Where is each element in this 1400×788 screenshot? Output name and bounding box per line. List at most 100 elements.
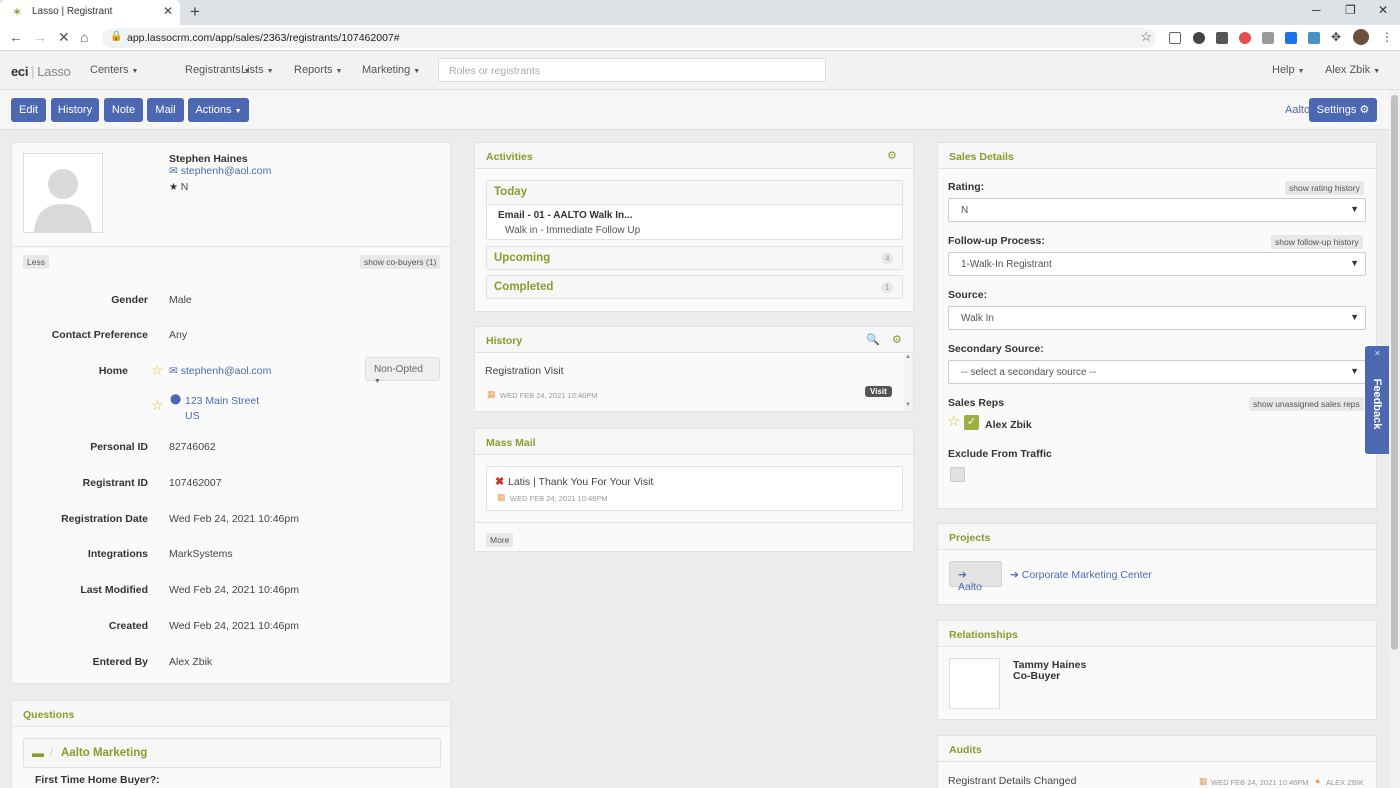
back-icon[interactable]: ← xyxy=(9,29,23,45)
sales-reps-label: Sales Reps xyxy=(948,397,1005,409)
relation-avatar[interactable] xyxy=(949,658,1000,709)
project-aalto-button[interactable]: ➔ Aalto xyxy=(949,561,1002,593)
show-unassigned-reps-button[interactable]: show unassigned sales reps xyxy=(1249,397,1364,411)
chevron-down-icon: ▼ xyxy=(1350,258,1359,268)
chevron-down-icon: ▼ xyxy=(1350,312,1359,322)
field-value: 107462007 xyxy=(169,477,222,489)
questions-title: Questions xyxy=(12,701,450,727)
more-button[interactable]: More xyxy=(486,533,514,547)
star-outline-icon[interactable]: ☆ xyxy=(151,397,164,414)
extension-icon[interactable] xyxy=(1193,32,1205,44)
followup-select[interactable]: 1-Walk-In Registrant ▼ xyxy=(948,252,1366,276)
menu-marketing[interactable]: Marketing ▼ xyxy=(362,64,420,76)
logo-main: eci xyxy=(11,64,29,79)
page-scrollbar[interactable] xyxy=(1389,90,1400,788)
menu-centers[interactable]: Centers ▼ xyxy=(90,64,138,76)
bookmark-star-icon[interactable]: ☆ xyxy=(1140,29,1152,45)
field-label: Personal ID xyxy=(90,441,148,453)
massmail-item[interactable]: ✖ Latis | Thank You For Your Visit ▦ WED… xyxy=(486,466,903,511)
field-value: Wed Feb 24, 2021 10:46pm xyxy=(169,620,299,632)
extension-icon[interactable] xyxy=(1169,32,1181,44)
puzzle-icon[interactable]: ✥ xyxy=(1331,30,1341,44)
gear-icon[interactable]: ⚙ xyxy=(892,333,902,346)
relationships-title: Relationships xyxy=(938,621,1376,647)
address-street[interactable]: 123 Main Street xyxy=(185,395,259,407)
edit-button[interactable]: Edit xyxy=(11,98,46,122)
kebab-menu-icon[interactable]: ⋮ xyxy=(1381,30,1393,44)
minimize-icon[interactable]: ─ xyxy=(1312,3,1321,17)
close-icon[interactable]: ✕ xyxy=(1374,349,1381,358)
menu-lists[interactable]: Lists ▼ xyxy=(241,64,274,76)
stop-loading-icon[interactable]: ✕ xyxy=(58,29,70,46)
rating-select[interactable]: N ▼ xyxy=(948,198,1366,222)
maximize-icon[interactable]: ❐ xyxy=(1345,3,1356,17)
project-corporate-link[interactable]: ➔ Corporate Marketing Center xyxy=(1010,569,1152,581)
today-header[interactable]: Today xyxy=(487,181,902,205)
scrollbar[interactable]: ▲ ▼ xyxy=(904,354,913,411)
show-followup-history-button[interactable]: show follow-up history xyxy=(1271,235,1363,249)
feedback-tab[interactable]: ✕ Feedback xyxy=(1365,346,1389,454)
menu-reports[interactable]: Reports ▼ xyxy=(294,64,342,76)
audit-item[interactable]: Registrant Details Changed xyxy=(948,775,1076,787)
less-button[interactable]: Less xyxy=(23,255,49,269)
exclude-traffic-checkbox[interactable] xyxy=(950,467,965,482)
activities-panel: Activities ⚙ Today Email - 01 - AALTO Wa… xyxy=(474,142,914,312)
new-tab-icon[interactable]: + xyxy=(190,2,200,22)
show-cobuyers-button[interactable]: show co-buyers (1) xyxy=(360,255,441,269)
question-label: First Time Home Buyer?: xyxy=(35,774,160,786)
home-icon[interactable]: ⌂ xyxy=(80,29,88,45)
tab-title: Lasso | Registrant xyxy=(32,6,113,17)
url-text: app.lassocrm.com/app/sales/2363/registra… xyxy=(127,32,400,44)
close-window-icon[interactable]: ✕ xyxy=(1378,3,1388,17)
scrollbar-thumb[interactable] xyxy=(1391,95,1398,650)
address-country[interactable]: US xyxy=(185,410,200,422)
relation-role: Co-Buyer xyxy=(1013,670,1061,682)
actions-button[interactable]: Actions ▼ xyxy=(188,98,249,122)
mail-button[interactable]: Mail xyxy=(147,98,184,122)
star-outline-icon[interactable]: ☆ xyxy=(947,412,960,430)
field-value: Alex Zbik xyxy=(169,656,213,668)
activity-title[interactable]: Email - 01 - AALTO Walk In... xyxy=(498,210,632,221)
field-value: Wed Feb 24, 2021 10:46pm xyxy=(169,584,299,596)
source-label: Source: xyxy=(948,289,988,301)
avatar[interactable] xyxy=(1353,29,1369,45)
logo[interactable]: eci | Lasso xyxy=(11,64,71,79)
history-button[interactable]: History xyxy=(51,98,99,122)
questions-folder[interactable]: ▬ / Aalto Marketing xyxy=(23,738,441,768)
settings-button[interactable]: Settings ⚙ xyxy=(1309,98,1377,122)
profile-email-link[interactable]: stephenh@aol.com xyxy=(181,165,272,177)
upcoming-section[interactable]: Upcoming 4 xyxy=(486,246,903,270)
search-input[interactable]: Roles or registrants xyxy=(438,58,826,82)
search-icon[interactable]: 🔍 xyxy=(866,333,880,346)
show-rating-history-button[interactable]: show rating history xyxy=(1285,181,1364,195)
extension-icon[interactable] xyxy=(1262,32,1274,44)
extension-icon[interactable] xyxy=(1285,32,1297,44)
completed-section[interactable]: Completed 1 xyxy=(486,275,903,299)
source-select[interactable]: Walk In ▼ xyxy=(948,306,1366,330)
history-panel: History 🔍 ⚙ Registration Visit ▦ WED FEB… xyxy=(474,326,914,412)
home-email-link[interactable]: stephenh@aol.com xyxy=(181,365,272,377)
history-item[interactable]: Registration Visit xyxy=(485,365,564,377)
field-value: MarkSystems xyxy=(169,548,233,560)
secondary-source-select[interactable]: -- select a secondary source -- ▼ xyxy=(948,360,1366,384)
extension-icon[interactable] xyxy=(1308,32,1320,44)
menu-help[interactable]: Help ▼ xyxy=(1272,64,1305,76)
today-section: Today Email - 01 - AALTO Walk In... Walk… xyxy=(486,180,903,240)
browser-tab[interactable]: ✶ Lasso | Registrant ✕ xyxy=(0,0,180,25)
project-link[interactable]: Aalto xyxy=(1285,104,1310,116)
non-opted-dropdown[interactable]: Non-Opted ▼ xyxy=(365,357,440,385)
gear-icon[interactable]: ⚙ xyxy=(887,149,897,162)
field-label: Entered By xyxy=(92,656,148,668)
extension-icon[interactable] xyxy=(1239,32,1251,44)
extension-icon[interactable] xyxy=(1216,32,1228,44)
checkbox-checked[interactable]: ✓ xyxy=(964,415,979,430)
note-button[interactable]: Note xyxy=(104,98,143,122)
close-tab-icon[interactable]: ✕ xyxy=(163,4,173,18)
star-outline-icon[interactable]: ☆ xyxy=(151,362,164,379)
rep-name: Alex Zbik xyxy=(985,419,1032,431)
menu-user[interactable]: Alex Zbik ▼ xyxy=(1325,64,1380,76)
url-field[interactable]: 🔒 app.lassocrm.com/app/sales/2363/regist… xyxy=(102,28,1156,48)
forward-icon[interactable]: → xyxy=(33,29,47,45)
logo-sub: Lasso xyxy=(37,64,71,79)
map-pin-icon: ⬤ xyxy=(170,394,182,405)
